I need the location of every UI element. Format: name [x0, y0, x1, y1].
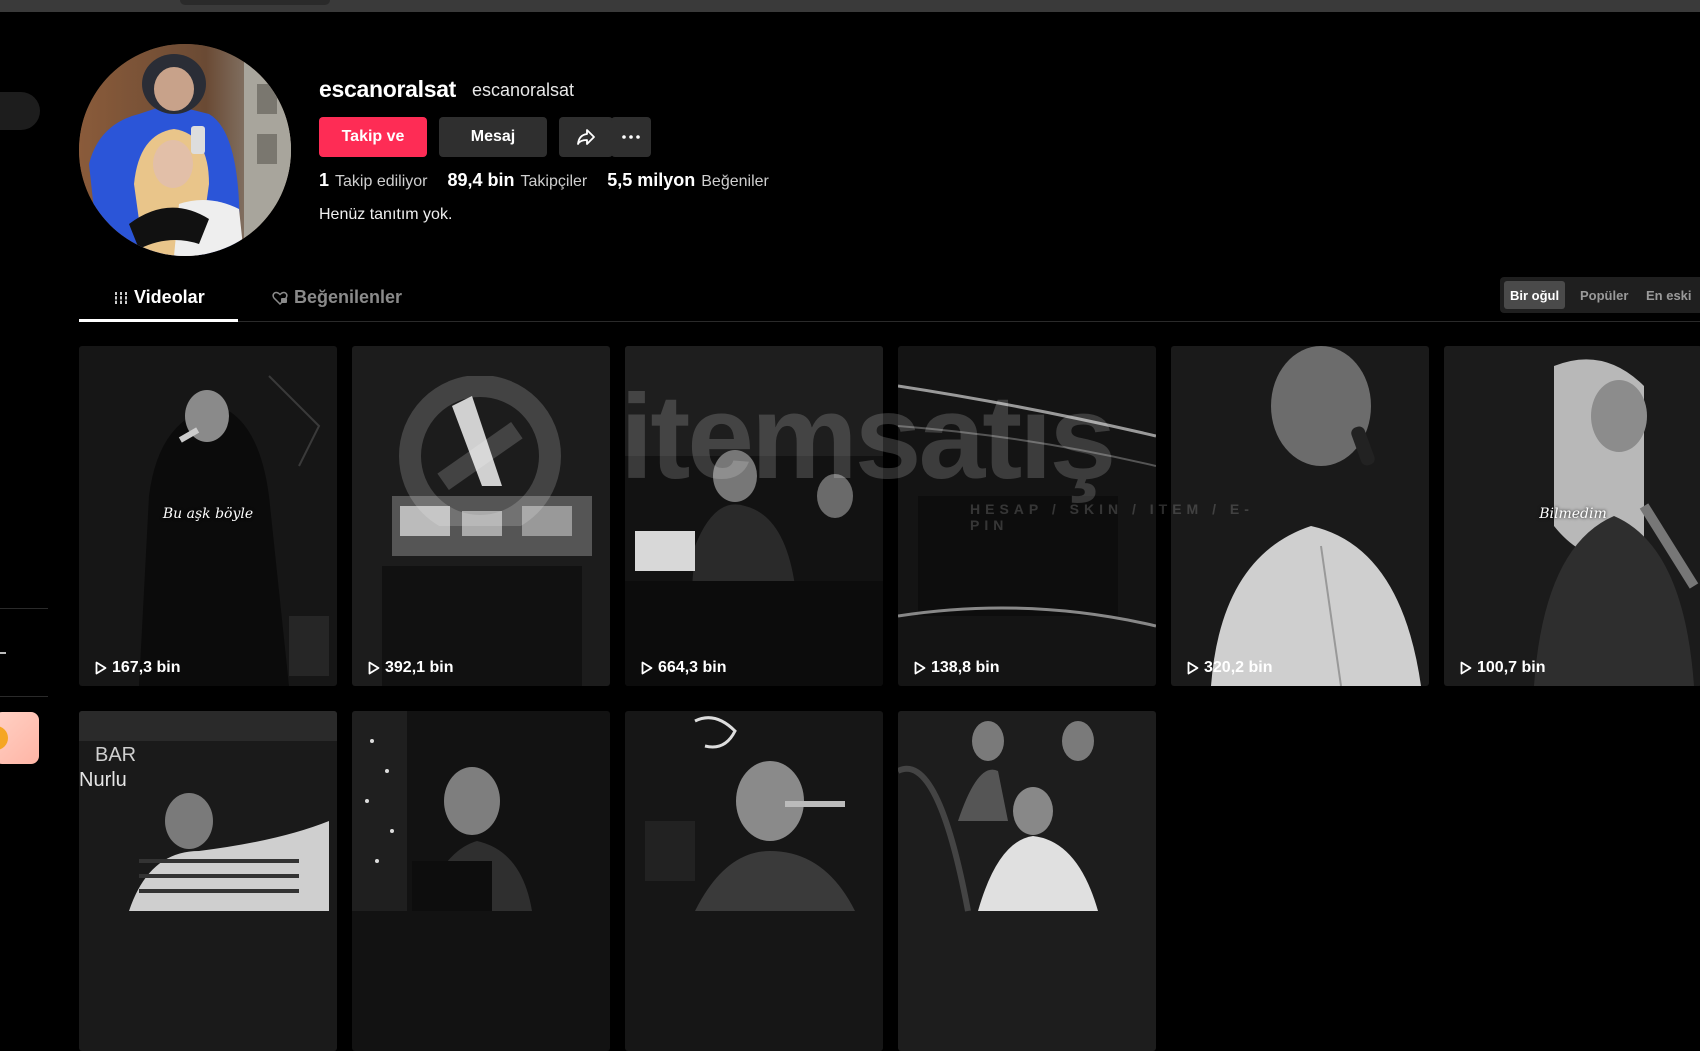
video-card[interactable] [352, 711, 610, 1051]
stat-label: Takip ediliyor [335, 173, 428, 190]
stat-followers[interactable]: 89,4 bin Takipçiler [448, 170, 588, 191]
video-caption: Bu aşk böyle [162, 506, 254, 522]
tab-label: Beğenilenler [294, 287, 403, 307]
stat-value: 89,4 bin [447, 170, 515, 190]
video-thumbnail [352, 346, 610, 686]
view-count: 138,8 bin [914, 659, 999, 677]
video-card[interactable]: Bilmedim 100,7 bin [1444, 346, 1700, 686]
video-card[interactable]: BAR Nurlu [79, 711, 337, 1051]
video-card[interactable]: Bu aşk böyle 167,3 bin [79, 346, 337, 686]
video-thumbnail [898, 346, 1156, 686]
stat-value: 1 [319, 170, 330, 190]
sidebar-search-pill[interactable] [0, 92, 40, 130]
view-count: 320,2 bin [1187, 659, 1272, 677]
video-card[interactable]: 664,3 bin [625, 346, 883, 686]
play-icon [641, 661, 653, 675]
view-count-text: 167,3 bin [112, 659, 181, 676]
view-count-text: 320,2 bin [1204, 659, 1273, 676]
play-icon [1187, 661, 1199, 675]
sidebar-item-fragment [0, 652, 6, 654]
tab-liked[interactable]: Beğenilenler [272, 287, 402, 308]
video-card[interactable]: 138,8 bin [898, 346, 1156, 686]
video-caption: Bilmedim [1539, 506, 1607, 522]
video-thumbnail [625, 346, 883, 686]
view-count: 664,3 bin [641, 659, 726, 677]
more-options-button[interactable] [611, 117, 651, 157]
stat-value: 5,5 milyon [607, 170, 696, 190]
view-count-text: 100,7 bin [1477, 659, 1546, 676]
sort-option-popular[interactable]: Popüler [1574, 281, 1634, 309]
share-button[interactable] [559, 117, 613, 157]
follow-button[interactable]: Takip ve [319, 117, 427, 157]
profile-stats: 1 Takip ediliyor 89,4 bin Takipçiler 5,5 m… [319, 170, 789, 191]
video-thumbnail [625, 711, 883, 1051]
username: escanoralsat [319, 76, 457, 102]
svg-text:Nurlu: Nurlu [79, 769, 127, 791]
stat-label: Beğeniler [701, 173, 769, 190]
video-thumbnail: BAR Nurlu [79, 711, 337, 1051]
view-count-text: 138,8 bin [931, 659, 1000, 676]
heart-lock-icon [272, 291, 288, 305]
sort-option-latest[interactable]: Bir oğul [1504, 281, 1566, 309]
stat-following[interactable]: 1 Takip ediliyor [319, 170, 428, 191]
video-card[interactable] [898, 711, 1156, 1051]
view-count: 392,1 bin [368, 659, 453, 677]
video-thumbnail [898, 711, 1156, 1051]
share-icon [577, 129, 595, 145]
sidebar-coin-icon[interactable] [0, 712, 39, 764]
grid-icon [114, 291, 128, 304]
stat-likes: 5,5 milyon Beğeniler [607, 170, 769, 191]
tab-videos[interactable]: Videolar [114, 287, 205, 308]
play-icon [914, 661, 926, 675]
video-card[interactable]: 392,1 bin [352, 346, 610, 686]
view-count-text: 664,3 bin [658, 659, 727, 676]
active-tab-indicator [79, 319, 238, 322]
bio-text: Henüz tanıtım yok. [319, 206, 453, 223]
sort-option-oldest[interactable]: En eski [1640, 281, 1698, 309]
browser-tab[interactable] [180, 0, 330, 5]
video-thumbnail [352, 711, 610, 1051]
play-icon [368, 661, 380, 675]
more-dots-icon [622, 135, 640, 139]
play-icon [1460, 661, 1472, 675]
message-button[interactable]: Mesaj [439, 117, 547, 157]
view-count: 167,3 bin [95, 659, 180, 677]
video-card[interactable]: 320,2 bin [1171, 346, 1429, 686]
video-thumbnail [1171, 346, 1429, 686]
svg-text:BAR: BAR [95, 744, 136, 766]
nickname: escanoralsat [472, 80, 575, 100]
sidebar-divider [0, 608, 48, 609]
tab-label: Videolar [134, 287, 205, 307]
view-count-text: 392,1 bin [385, 659, 454, 676]
tabs-divider [79, 321, 1700, 322]
browser-top-bar [0, 0, 1700, 12]
video-card[interactable] [625, 711, 883, 1051]
sort-toggle: Bir oğul Popüler En eski [1500, 277, 1700, 313]
view-count: 100,7 bin [1460, 659, 1545, 677]
sidebar-divider [0, 696, 48, 697]
play-icon [95, 661, 107, 675]
stat-label: Takipçiler [520, 173, 588, 190]
avatar[interactable] [79, 44, 291, 256]
